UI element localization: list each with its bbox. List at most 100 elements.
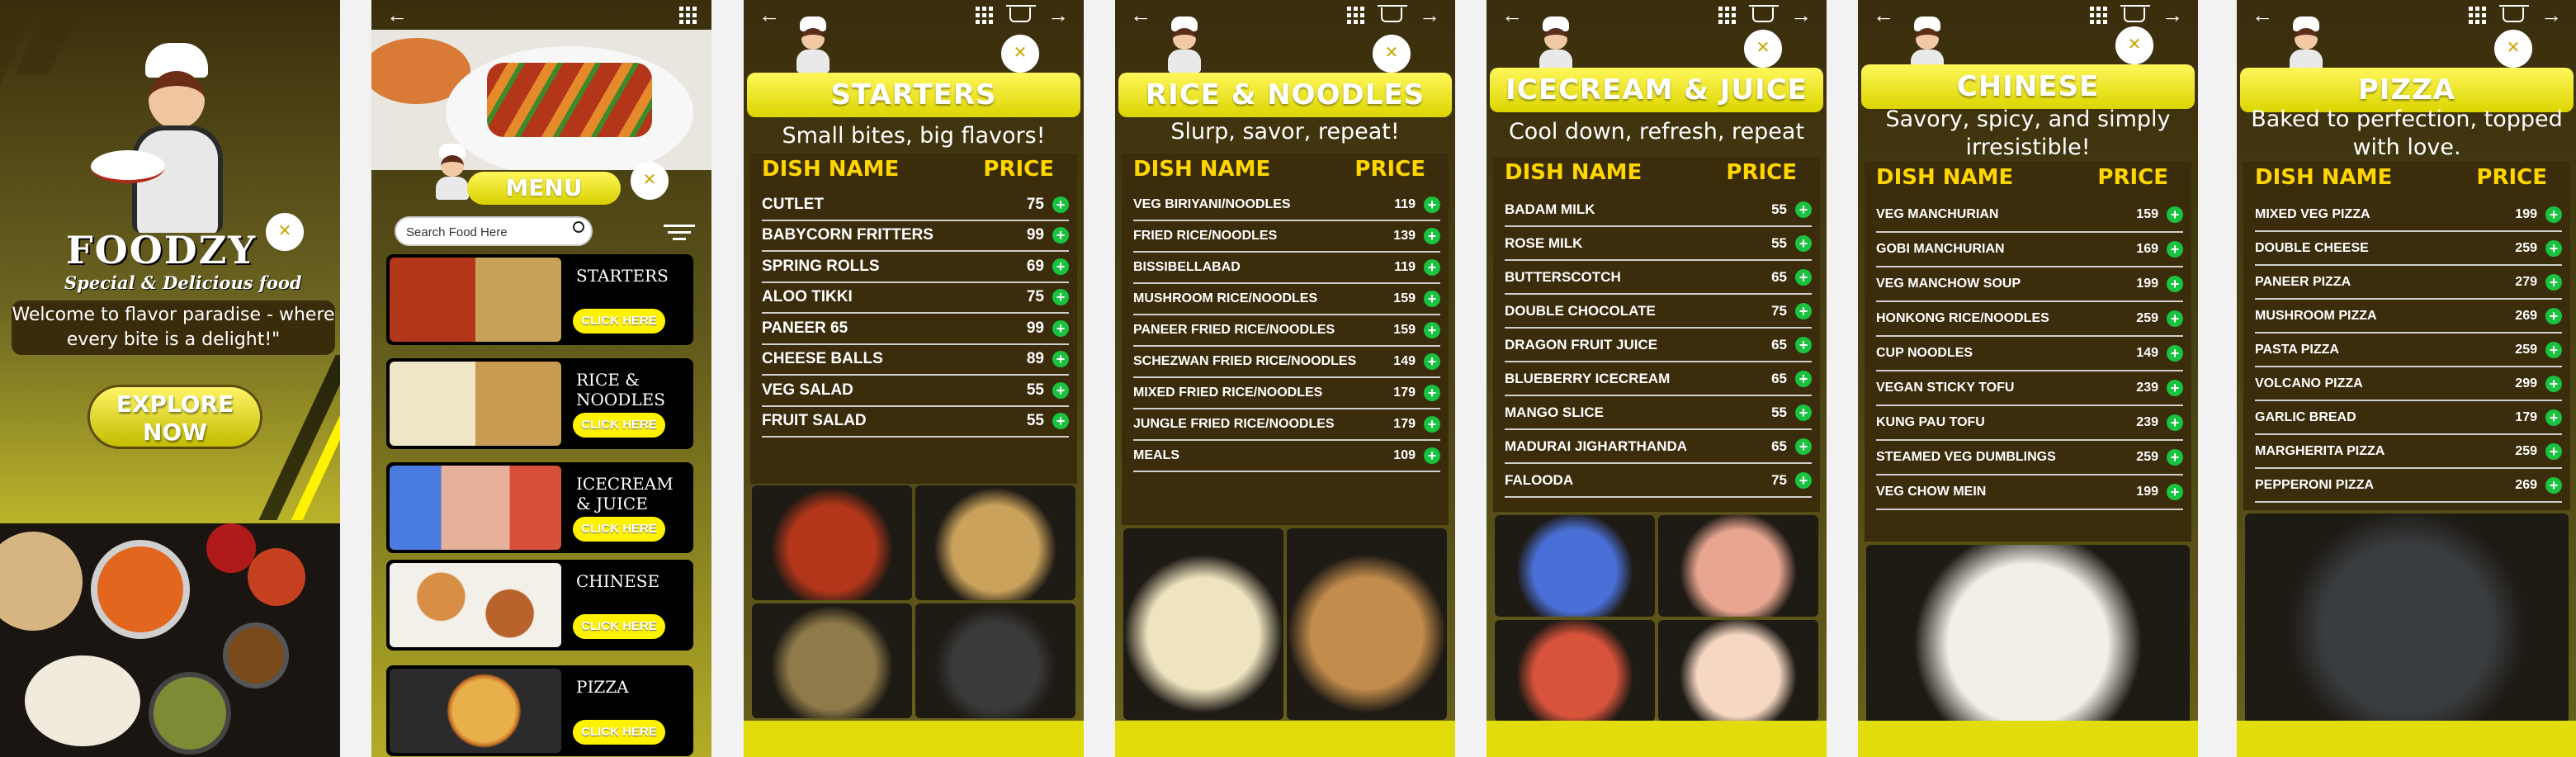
search-input[interactable]: Search Food Here (395, 216, 593, 246)
add-item-icon[interactable]: + (1795, 268, 1812, 286)
dish-price: 109 (1393, 448, 1416, 462)
add-item-icon[interactable]: + (2545, 442, 2562, 460)
add-item-icon[interactable]: + (2167, 380, 2183, 396)
add-item-icon[interactable]: + (2545, 476, 2562, 494)
forward-icon[interactable]: → (2162, 2, 2183, 28)
add-item-icon[interactable]: + (1424, 228, 1440, 244)
click-here-button[interactable]: CLICK HERE (573, 413, 665, 438)
add-item-icon[interactable]: + (2545, 273, 2562, 291)
click-here-button[interactable]: CLICK HERE (573, 517, 665, 542)
click-here-button[interactable]: CLICK HERE (573, 614, 665, 639)
cloche-icon: ✕ (631, 162, 669, 200)
price-header: PRICE (983, 157, 1054, 182)
add-item-icon[interactable]: + (1424, 385, 1440, 401)
back-icon[interactable]: ← (1873, 2, 1894, 28)
add-item-icon[interactable]: + (2167, 345, 2183, 362)
add-item-icon[interactable]: + (1052, 351, 1069, 368)
add-item-icon[interactable]: + (1052, 319, 1069, 337)
add-item-icon[interactable]: + (2167, 276, 2183, 292)
grid-icon[interactable] (1347, 6, 1364, 24)
cart-icon[interactable] (1749, 5, 1779, 22)
add-item-icon[interactable]: + (1795, 471, 1812, 489)
add-item-icon[interactable]: + (2545, 375, 2562, 392)
grid-icon[interactable] (1718, 6, 1736, 24)
add-item-icon[interactable]: + (1795, 370, 1812, 387)
dish-name: PANEER PIZZA (2255, 274, 2351, 289)
click-here-button[interactable]: CLICK HERE (573, 720, 665, 745)
food-photo (752, 603, 912, 718)
forward-icon[interactable]: → (2541, 2, 2562, 28)
add-item-icon[interactable]: + (2167, 241, 2183, 258)
add-item-icon[interactable]: + (1424, 447, 1440, 464)
filter-icon[interactable] (664, 225, 695, 240)
add-item-icon[interactable]: + (1052, 227, 1069, 244)
add-item-icon[interactable]: + (1052, 289, 1069, 306)
forward-icon[interactable]: → (1047, 2, 1069, 28)
explore-now-button[interactable]: EXPLORE NOW (87, 385, 262, 449)
add-item-icon[interactable]: + (1795, 201, 1812, 218)
cart-icon[interactable] (1006, 5, 1036, 22)
add-item-icon[interactable]: + (1424, 353, 1440, 370)
add-item-icon[interactable]: + (1424, 322, 1440, 338)
back-icon[interactable]: ← (386, 2, 408, 28)
add-item-icon[interactable]: + (2545, 239, 2562, 257)
grid-icon[interactable] (2090, 6, 2107, 24)
search-icon[interactable] (573, 221, 584, 233)
add-item-icon[interactable]: + (1052, 413, 1069, 430)
category-card-starters[interactable]: STARTERS CLICK HERE (386, 254, 693, 345)
cart-icon[interactable] (2120, 5, 2150, 22)
click-here-button[interactable]: CLICK HERE (573, 309, 665, 334)
add-item-icon[interactable]: + (2545, 409, 2562, 426)
grid-icon[interactable] (2469, 6, 2486, 24)
add-item-icon[interactable]: + (1795, 438, 1812, 455)
menu-rows: MIXED VEG PIZZA 199 + DOUBLE CHEESE 259 … (2243, 190, 2570, 503)
menu-rows: CUTLET 75 + BABYCORN FRITTERS 99 + SPRIN… (750, 182, 1077, 438)
menu-item-row: BLUEBERRY ICECREAM 65 + (1505, 362, 1812, 396)
back-icon[interactable]: ← (2252, 2, 2273, 28)
grid-icon[interactable] (679, 6, 697, 24)
dish-name: CUTLET (762, 195, 824, 213)
add-item-icon[interactable]: + (1424, 196, 1440, 213)
category-card-rice-noodles[interactable]: RICE & NOODLES CLICK HERE (386, 358, 693, 449)
add-item-icon[interactable]: + (1052, 258, 1069, 275)
add-item-icon[interactable]: + (2167, 484, 2183, 500)
add-item-icon[interactable]: + (2167, 449, 2183, 466)
menu-item-row: MADURAI JIGHARTHANDA 65 + (1505, 430, 1812, 464)
add-item-icon[interactable]: + (1795, 336, 1812, 353)
add-item-icon[interactable]: + (1424, 416, 1440, 433)
menu-food-photos (2243, 512, 2570, 725)
forward-icon[interactable]: → (1790, 2, 1812, 28)
bottom-strip (1115, 721, 1455, 757)
add-item-icon[interactable]: + (2545, 206, 2562, 223)
add-item-icon[interactable]: + (2545, 307, 2562, 324)
forward-icon[interactable]: → (1419, 2, 1440, 28)
menu-table-header: DISH NAME PRICE (1865, 162, 2191, 190)
add-item-icon[interactable]: + (2167, 414, 2183, 431)
category-card-chinese[interactable]: CHINESE CLICK HERE (386, 560, 693, 651)
add-item-icon[interactable]: + (1424, 259, 1440, 276)
add-item-icon[interactable]: + (2167, 310, 2183, 327)
add-item-icon[interactable]: + (2167, 206, 2183, 223)
dish-price: 119 (1394, 260, 1416, 274)
add-item-icon[interactable]: + (2545, 341, 2562, 358)
cart-icon[interactable] (2499, 5, 2529, 22)
brand-logo: FOODZY (66, 228, 258, 272)
category-card-pizza[interactable]: PIZZA CLICK HERE (386, 665, 693, 756)
add-item-icon[interactable]: + (1795, 404, 1812, 421)
add-item-icon[interactable]: + (1424, 291, 1440, 307)
add-item-icon[interactable]: + (1795, 234, 1812, 252)
cart-icon[interactable] (1378, 5, 1407, 22)
add-item-icon[interactable]: + (1795, 302, 1812, 319)
dish-price: 69 (1026, 257, 1044, 275)
back-icon[interactable]: ← (1130, 2, 1151, 28)
menu-title: MENU (467, 172, 621, 205)
back-icon[interactable]: ← (1501, 2, 1523, 28)
dish-price: 65 (1771, 438, 1787, 454)
add-item-icon[interactable]: + (1052, 196, 1069, 213)
back-icon[interactable]: ← (759, 2, 780, 28)
category-card-icecream-juice[interactable]: ICECREAM & JUICE CLICK HERE (386, 462, 693, 553)
grid-icon[interactable] (976, 6, 993, 24)
menu-item-row: CUP NOODLES 149 + (1876, 337, 2183, 371)
category-label: ICECREAM & JUICE (576, 474, 674, 513)
add-item-icon[interactable]: + (1052, 381, 1069, 399)
